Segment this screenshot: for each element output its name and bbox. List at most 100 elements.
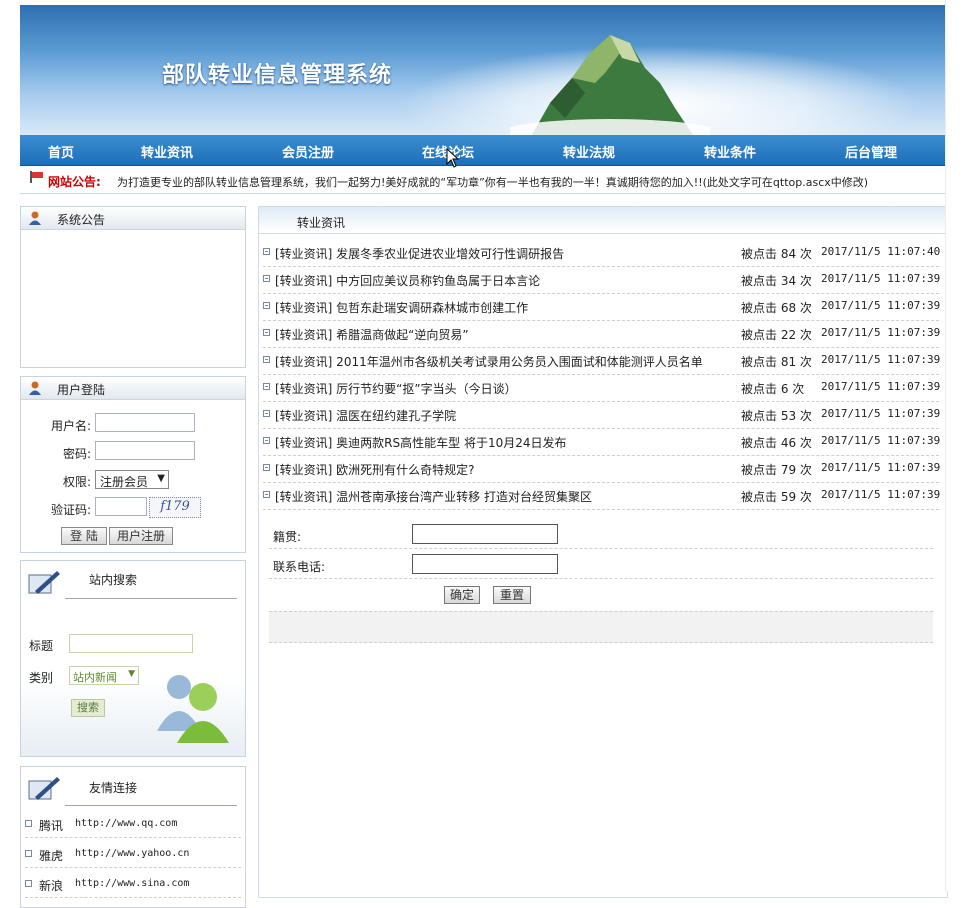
search-title-input[interactable]	[69, 634, 193, 653]
news-row-clicks: 被点击 34 次	[741, 274, 812, 288]
link-name[interactable]: 腾讯	[39, 817, 63, 834]
news-row-title[interactable]: [转业资讯] 温州苍南承接台湾产业转移 打造对台经贸集聚区	[275, 488, 592, 505]
password-input[interactable]	[95, 441, 195, 460]
msn-people-icon	[157, 675, 229, 743]
bullet-icon	[263, 383, 270, 390]
news-row-date: 2017/11/5 11:07:39	[821, 434, 941, 447]
news-row-date: 2017/11/5 11:07:39	[821, 380, 941, 393]
news-row-title[interactable]: [转业资讯] 欧洲死刑有什么奇特规定?	[275, 461, 475, 478]
news-row[interactable]: [转业资讯] 2011年温州市各级机关考试录用公务员入围面试和体能测评人员名单 被…	[263, 347, 941, 375]
bullet-icon	[263, 356, 270, 363]
news-row-date: 2017/11/5 11:07:39	[821, 461, 941, 474]
announcement-box: 系统公告	[20, 206, 246, 368]
link-url[interactable]: http://www.yahoo.cn	[75, 848, 189, 859]
news-row[interactable]: [转业资讯] 奥迪两款RS高性能车型 将于10月24日发布 被点击 46 次 201…	[263, 428, 941, 456]
news-row-title[interactable]: [转业资讯] 厉行节约要“抠”字当头（今日谈）	[275, 380, 517, 397]
news-row-clicks: 被点击 81 次	[741, 355, 812, 369]
search-type-select[interactable]: 站内新闻 ▼	[69, 666, 139, 685]
role-select-value: 注册会员	[100, 475, 149, 489]
news-row-clicks: 被点击 53 次	[741, 409, 812, 423]
news-row-clicks: 被点击 79 次	[741, 463, 812, 477]
news-row-date: 2017/11/5 11:07:40	[821, 245, 941, 258]
main-nav: 首页 转业资讯 会员注册 在线论坛 转业法规 转业条件 后台管理	[20, 135, 946, 166]
link-item[interactable]: 腾讯 http://www.qq.com	[25, 809, 241, 838]
username-label: 用户名:	[50, 419, 91, 433]
links-title: 友情连接	[89, 781, 138, 795]
news-row-title[interactable]: [转业资讯] 希腊温商做起“逆向贸易”	[275, 326, 469, 343]
phone-label: 联系电话:	[273, 560, 326, 574]
announcement-title: 系统公告	[57, 213, 106, 227]
user-icon	[29, 211, 41, 225]
news-row-date: 2017/11/5 11:07:39	[821, 326, 941, 339]
notice-text: 为打造更专业的部队转业信息管理系统，我们一起努力!美好成就的“军功章”你有一半也…	[117, 176, 869, 189]
news-row[interactable]: [转业资讯] 欧洲死刑有什么奇特规定? 被点击 79 次 2017/11/5 11:…	[263, 455, 941, 483]
divider	[65, 805, 237, 806]
news-row-date: 2017/11/5 11:07:39	[821, 272, 941, 285]
news-title: 转业资讯	[297, 216, 346, 230]
search-type-value: 站内新闻	[73, 671, 117, 684]
news-row-clicks: 被点击 59 次	[741, 490, 812, 504]
news-row-date: 2017/11/5 11:07:39	[821, 407, 941, 420]
bullet-icon	[263, 329, 270, 336]
news-row[interactable]: [转业资讯] 包哲东赴瑞安调研森林城市创建工作 被点击 68 次 2017/11/5…	[263, 293, 941, 321]
news-row-title[interactable]: [转业资讯] 发展冬季农业促进农业增效可行性调研报告	[275, 245, 564, 262]
link-name[interactable]: 雅虎	[39, 847, 63, 864]
nav-home[interactable]: 首页	[48, 142, 74, 161]
bullet-icon	[263, 302, 270, 309]
link-item[interactable]: 雅虎 http://www.yahoo.cn	[25, 839, 241, 868]
mouse-cursor-icon	[446, 148, 460, 168]
phone-input[interactable]	[412, 554, 558, 574]
vertical-scrollbar[interactable]	[945, 0, 969, 891]
nav-register[interactable]: 会员注册	[282, 142, 334, 161]
user-icon	[29, 381, 41, 395]
news-row[interactable]: [转业资讯] 中方回应美议员称钓鱼岛属于日本言论 被点击 34 次 2017/11/…	[263, 266, 941, 294]
nav-news[interactable]: 转业资讯	[141, 142, 193, 161]
search-button[interactable]: 搜索	[71, 699, 105, 717]
link-name[interactable]: 新浪	[39, 877, 63, 894]
news-row-date: 2017/11/5 11:07:39	[821, 299, 941, 312]
news-row-title[interactable]: [转业资讯] 温医在纽约建孔子学院	[275, 407, 456, 424]
header-banner: 部队转业信息管理系统	[20, 5, 946, 135]
news-row-title[interactable]: [转业资讯] 包哲东赴瑞安调研森林城市创建工作	[275, 299, 528, 316]
news-row[interactable]: [转业资讯] 发展冬季农业促进农业增效可行性调研报告 被点击 84 次 2017/1…	[263, 239, 941, 267]
confirm-button[interactable]: 确定	[444, 586, 480, 604]
bullet-icon	[263, 437, 270, 444]
news-row[interactable]: [转业资讯] 温医在纽约建孔子学院 被点击 53 次 2017/11/5 11:07…	[263, 401, 941, 429]
captcha-input[interactable]	[95, 497, 147, 516]
captcha-image[interactable]: f179	[149, 497, 201, 518]
news-row-date: 2017/11/5 11:07:39	[821, 353, 941, 366]
news-row-clicks: 被点击 6 次	[741, 382, 805, 396]
link-item[interactable]: 新浪 http://www.sina.com	[25, 869, 241, 898]
register-button[interactable]: 用户注册	[109, 527, 173, 545]
bullet-icon	[263, 410, 270, 417]
link-url[interactable]: http://www.qq.com	[75, 818, 177, 829]
bullet-icon	[263, 464, 270, 471]
search-title: 站内搜索	[89, 573, 138, 587]
chevron-down-icon: ▼	[157, 473, 165, 484]
reset-button[interactable]: 重置	[493, 586, 531, 604]
news-row-clicks: 被点击 22 次	[741, 328, 812, 342]
news-row-title[interactable]: [转业资讯] 2011年温州市各级机关考试录用公务员入围面试和体能测评人员名单	[275, 353, 703, 370]
news-row[interactable]: [转业资讯] 温州苍南承接台湾产业转移 打造对台经贸集聚区 被点击 59 次 201…	[263, 482, 940, 510]
bullet-icon	[25, 880, 32, 887]
divider	[65, 598, 237, 599]
link-url[interactable]: http://www.sina.com	[75, 878, 189, 889]
bullet-icon	[25, 850, 32, 857]
captcha-label: 验证码:	[50, 503, 91, 517]
search-type-label: 类别	[29, 671, 54, 685]
nav-regulations[interactable]: 转业法规	[563, 142, 615, 161]
notepad-pen-icon	[28, 777, 60, 800]
news-row-title[interactable]: [转业资讯] 中方回应美议员称钓鱼岛属于日本言论	[275, 272, 540, 289]
mountain-image	[510, 35, 710, 135]
news-row[interactable]: [转业资讯] 希腊温商做起“逆向贸易” 被点击 22 次 2017/11/5 11:…	[263, 320, 941, 348]
nav-admin[interactable]: 后台管理	[845, 142, 897, 161]
native-input[interactable]	[412, 524, 558, 544]
username-input[interactable]	[95, 413, 195, 432]
login-button[interactable]: 登 陆	[61, 527, 107, 545]
news-row[interactable]: [转业资讯] 厉行节约要“抠”字当头（今日谈） 被点击 6 次 2017/11/5 …	[263, 374, 941, 402]
nav-conditions[interactable]: 转业条件	[704, 142, 756, 161]
news-row-title[interactable]: [转业资讯] 奥迪两款RS高性能车型 将于10月24日发布	[275, 434, 567, 451]
search-title-label: 标题	[29, 639, 54, 653]
news-row-clicks: 被点击 46 次	[741, 436, 812, 450]
role-select[interactable]: 注册会员 ▼	[95, 470, 169, 489]
